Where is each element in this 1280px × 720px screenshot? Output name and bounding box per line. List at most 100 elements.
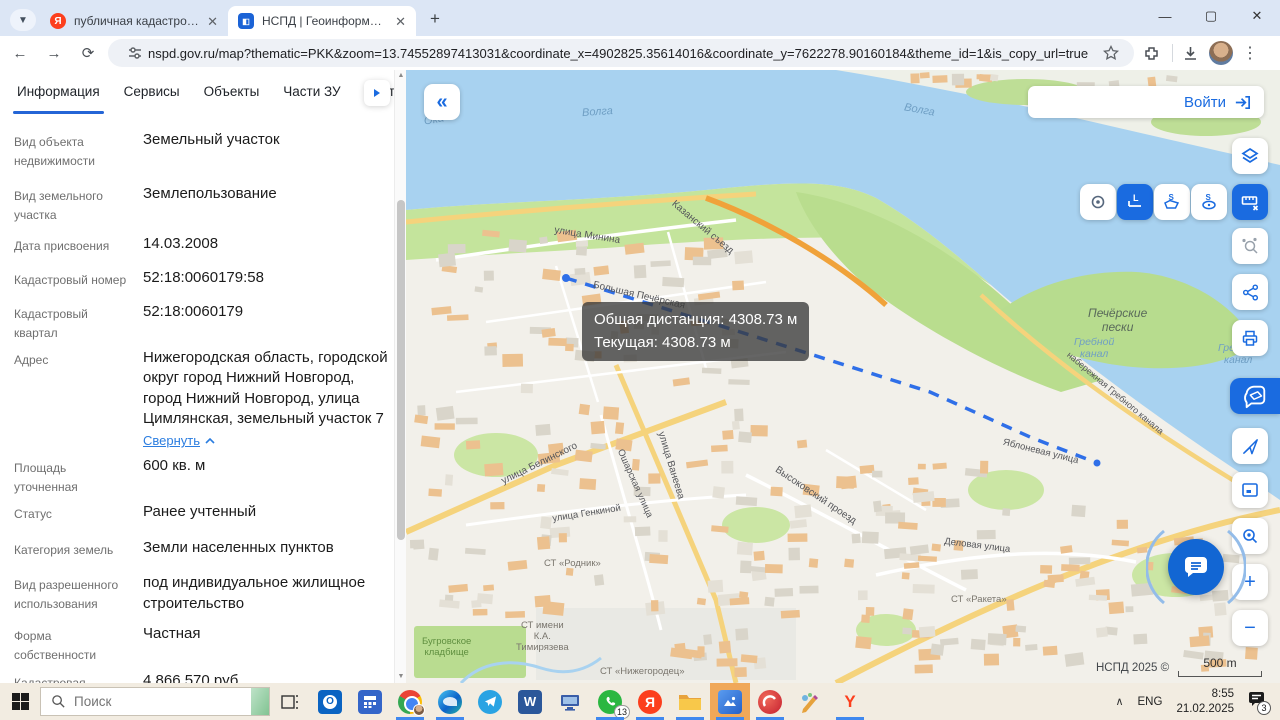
- ruler-close-icon: [1240, 192, 1260, 212]
- folder-icon: [678, 691, 702, 713]
- taskbar-paint-icon[interactable]: [790, 683, 830, 720]
- profile-avatar[interactable]: [1209, 41, 1233, 65]
- scrollbar-thumb[interactable]: [397, 200, 405, 540]
- back-button[interactable]: ←: [6, 39, 34, 67]
- extensions-icon[interactable]: [1138, 40, 1164, 66]
- reload-button[interactable]: ⟳: [74, 39, 102, 67]
- navigation-arrow-icon: [1241, 437, 1260, 456]
- navigate-button[interactable]: [1232, 428, 1268, 464]
- measure-circle-area-button[interactable]: S: [1191, 184, 1227, 220]
- object-fields: Вид объекта недвижимостиЗемельный участо…: [0, 115, 394, 683]
- notification-center-button[interactable]: 3: [1248, 691, 1266, 712]
- field-row: Вид объекта недвижимостиЗемельный участо…: [14, 130, 388, 178]
- taskbar-whatsapp-icon[interactable]: 13: [590, 683, 630, 720]
- window-minimize-button[interactable]: —: [1142, 0, 1188, 32]
- layers-icon: [1240, 146, 1260, 166]
- tab-services[interactable]: Сервисы: [124, 84, 180, 114]
- object-search-button[interactable]: [1232, 228, 1268, 264]
- toolbar-divider: [1172, 44, 1173, 62]
- task-view-button[interactable]: [270, 683, 310, 720]
- tab-zu-parts[interactable]: Части ЗУ: [283, 84, 340, 114]
- identify-tool-button-active[interactable]: [1230, 378, 1280, 414]
- tab-objects[interactable]: Объекты: [204, 84, 260, 114]
- field-row: Кадастровая стоимость4 866 570 руб.: [14, 671, 388, 683]
- tray-time: 8:55: [1176, 687, 1234, 702]
- measure-length-button-active[interactable]: L: [1117, 184, 1153, 220]
- site-settings-icon[interactable]: [122, 40, 148, 66]
- taskbar-telegram-icon[interactable]: [470, 683, 510, 720]
- identify-tool-icon: [1242, 383, 1268, 409]
- language-indicator[interactable]: ENG: [1138, 696, 1163, 708]
- browser-tab-strip: ▼ Я публичная кадастровая карта ✕ ◧ НСПД…: [0, 0, 1280, 36]
- taskbar-clock[interactable]: 8:55 21.02.2025: [1176, 687, 1234, 717]
- paint-icon: [799, 691, 821, 713]
- browser-toolbar: ← → ⟳ nspd.gov.ru/map?thematic=PKK&zoom=…: [0, 36, 1280, 70]
- tab-information[interactable]: Информация: [17, 84, 100, 114]
- search-input[interactable]: [74, 694, 251, 709]
- measure-total: Общая дистанция: 4308.73 м: [594, 309, 797, 332]
- url-text: nspd.gov.ru/map?thematic=PKK&zoom=13.745…: [148, 46, 1094, 61]
- address-bar[interactable]: nspd.gov.ru/map?thematic=PKK&zoom=13.745…: [108, 39, 1134, 67]
- chat-bubble-icon: [1182, 553, 1210, 581]
- field-row-address: Адрес Нижегородская область, городской о…: [14, 348, 388, 450]
- measure-area-button[interactable]: S: [1154, 184, 1190, 220]
- taskbar-chrome-icon[interactable]: [390, 683, 430, 720]
- share-button[interactable]: [1232, 274, 1268, 310]
- screenshot-frame-icon: [1240, 480, 1260, 500]
- scale-bar: [1178, 671, 1262, 677]
- new-tab-button[interactable]: +: [422, 6, 448, 32]
- field-row: Вид земельного участкаЗемлепользование: [14, 184, 388, 228]
- tab-search-button[interactable]: ▼: [10, 9, 36, 31]
- taskbar-photos-icon-active[interactable]: [710, 683, 750, 720]
- login-label: Войти: [1184, 94, 1226, 111]
- forward-button[interactable]: →: [40, 39, 68, 67]
- map-canvas[interactable]: ОкаВолгаВолгаВолгаулица МининаКазанский …: [406, 70, 1280, 683]
- collapse-address-link[interactable]: Свернуть: [143, 433, 215, 448]
- taskbar-outlook-icon[interactable]: O: [310, 683, 350, 720]
- field-row: Кадастровый номер52:18:0060179:58: [14, 268, 388, 296]
- taskbar-edge-icon[interactable]: [430, 683, 470, 720]
- measure-clear-button[interactable]: [1232, 184, 1268, 220]
- field-row: Площадь уточненная600 кв. м: [14, 456, 388, 496]
- taskbar-pc-icon[interactable]: [550, 683, 590, 720]
- window-maximize-button[interactable]: ▢: [1188, 0, 1234, 32]
- print-button[interactable]: [1232, 320, 1268, 356]
- taskbar-word-icon[interactable]: W: [510, 683, 550, 720]
- taskbar-yandex-icon[interactable]: Я: [630, 683, 670, 720]
- taskbar-video-editor-icon[interactable]: [750, 683, 790, 720]
- menu-kebab-icon[interactable]: ⋮: [1237, 40, 1263, 66]
- tabs-scroll-right-button[interactable]: [364, 80, 390, 106]
- panel-scrollbar[interactable]: ▲ ▼: [394, 70, 406, 683]
- screenshot-button[interactable]: [1232, 472, 1268, 508]
- taskbar-calculator-icon[interactable]: [350, 683, 390, 720]
- chat-button[interactable]: [1168, 539, 1224, 595]
- browser-tab-2-active[interactable]: ◧ НСПД | Геоинформационный ✕: [228, 6, 416, 36]
- collapse-panel-button[interactable]: «: [424, 84, 460, 120]
- bookmark-star-icon[interactable]: [1098, 40, 1124, 66]
- nspd-favicon-icon: ◧: [238, 13, 254, 29]
- download-icon[interactable]: [1177, 40, 1203, 66]
- search-highlight-image[interactable]: [251, 687, 270, 716]
- notification-badge: 3: [1257, 701, 1271, 715]
- layers-button[interactable]: [1232, 138, 1268, 174]
- browser-tab-1[interactable]: Я публичная кадастровая карта ✕: [40, 6, 228, 36]
- scale-label: 500 m: [1178, 656, 1262, 670]
- taskbar-y-shortcut-icon[interactable]: Y: [830, 683, 870, 720]
- tray-date: 21.02.2025: [1176, 702, 1234, 717]
- measure-point-icon: [1089, 193, 1107, 211]
- svg-text:S: S: [1206, 193, 1212, 202]
- task-view-icon: [280, 692, 300, 712]
- measure-point-button[interactable]: [1080, 184, 1116, 220]
- start-button[interactable]: [0, 683, 40, 720]
- computer-icon: [559, 691, 581, 713]
- object-info-panel: Информация Сервисы Объекты Части ЗУ Сост…: [0, 70, 394, 683]
- login-bar[interactable]: Войти: [1028, 86, 1264, 118]
- tab-title: публичная кадастровая карта: [74, 14, 199, 28]
- taskbar-search-box[interactable]: [40, 687, 270, 716]
- taskbar-explorer-icon[interactable]: [670, 683, 710, 720]
- print-icon: [1240, 328, 1260, 348]
- tab-close-icon[interactable]: ✕: [395, 15, 406, 28]
- window-close-button[interactable]: ✕: [1234, 0, 1280, 32]
- tab-close-icon[interactable]: ✕: [207, 15, 218, 28]
- tray-expand-icon[interactable]: ∧: [1115, 695, 1123, 708]
